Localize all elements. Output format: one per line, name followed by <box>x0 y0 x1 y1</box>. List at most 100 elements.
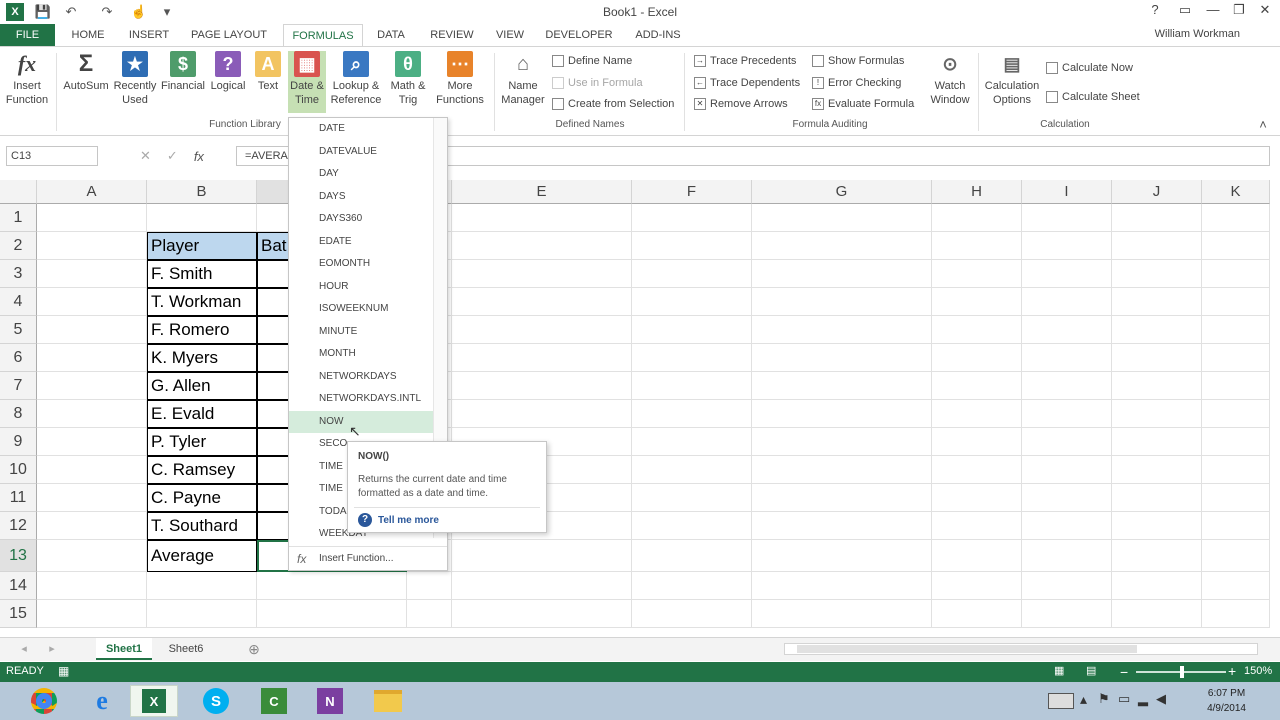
row-header-4[interactable]: 4 <box>0 288 37 316</box>
evaluate-formula-button[interactable]: fx Evaluate Formula <box>812 98 914 110</box>
close-button[interactable]: ✕ <box>1254 2 1276 22</box>
zoom-level[interactable]: 150% <box>1244 665 1272 677</box>
dropdown-item-date[interactable]: DATE <box>289 118 433 140</box>
cell-g1[interactable] <box>752 204 932 232</box>
column-header-g[interactable]: G <box>752 180 932 204</box>
column-header-e[interactable]: E <box>452 180 632 204</box>
cell-h1[interactable] <box>932 204 1022 232</box>
tab-page-layout[interactable]: PAGE LAYOUT <box>184 24 274 46</box>
prev-sheet-icon[interactable]: ◂ <box>14 638 34 660</box>
cell-k13[interactable] <box>1202 540 1270 572</box>
tab-data[interactable]: DATA <box>368 24 414 46</box>
cell-b13[interactable]: Average <box>147 540 257 572</box>
column-header-b[interactable]: B <box>147 180 257 204</box>
excel-taskbar-icon[interactable]: X <box>130 685 178 717</box>
calculation-options-button[interactable]: ▤ Calculation Options <box>982 51 1042 107</box>
cell-k9[interactable] <box>1202 428 1270 456</box>
tray-expand-icon[interactable]: ▴ <box>1080 691 1087 708</box>
system-clock[interactable]: 6:07 PM 4/9/2014 <box>1207 686 1246 716</box>
cell-k10[interactable] <box>1202 456 1270 484</box>
dropdown-item-now[interactable]: NOW <box>289 410 433 433</box>
cell-g8[interactable] <box>752 400 932 428</box>
cell-i8[interactable] <box>1022 400 1112 428</box>
cell-k5[interactable] <box>1202 316 1270 344</box>
cell-a2[interactable] <box>37 232 147 260</box>
scroll-thumb[interactable] <box>797 645 1137 653</box>
zoom-in-icon[interactable]: + <box>1228 663 1236 679</box>
cell-f11[interactable] <box>632 484 752 512</box>
math-trig-button[interactable]: θ Math & Trig <box>386 51 430 107</box>
trace-dependents-button[interactable]: ← Trace Dependents <box>694 77 800 89</box>
select-all-corner[interactable] <box>0 180 37 204</box>
more-functions-button[interactable]: ⋯ More Functions <box>432 51 488 107</box>
name-box[interactable]: C13 <box>6 146 98 166</box>
zoom-slider-thumb[interactable] <box>1180 666 1184 678</box>
cell-k12[interactable] <box>1202 512 1270 540</box>
cell-g4[interactable] <box>752 288 932 316</box>
cell-f14[interactable] <box>632 572 752 600</box>
normal-view-icon[interactable]: ▦ <box>1054 664 1064 677</box>
dropdown-item-days[interactable]: DAYS <box>289 186 433 208</box>
row-header-6[interactable]: 6 <box>0 344 37 372</box>
cell-g13[interactable] <box>752 540 932 572</box>
internet-explorer-icon[interactable]: e <box>78 685 126 717</box>
cell-j7[interactable] <box>1112 372 1202 400</box>
row-header-13[interactable]: 13 <box>0 540 37 572</box>
cell-i10[interactable] <box>1022 456 1112 484</box>
cell-g14[interactable] <box>752 572 932 600</box>
cell-k1[interactable] <box>1202 204 1270 232</box>
column-header-k[interactable]: K <box>1202 180 1270 204</box>
tab-file[interactable]: FILE <box>0 24 55 46</box>
tab-view[interactable]: VIEW <box>488 24 532 46</box>
cell-j6[interactable] <box>1112 344 1202 372</box>
cell-b12[interactable]: T. Southard <box>147 512 257 540</box>
row-header-15[interactable]: 15 <box>0 600 37 628</box>
cell-j1[interactable] <box>1112 204 1202 232</box>
cell-e6[interactable] <box>452 344 632 372</box>
row-header-10[interactable]: 10 <box>0 456 37 484</box>
cell-k15[interactable] <box>1202 600 1270 628</box>
tell-me-more-link[interactable]: ? Tell me more <box>358 513 439 527</box>
cell-h14[interactable] <box>932 572 1022 600</box>
cell-a14[interactable] <box>37 572 147 600</box>
dropdown-item-minute[interactable]: MINUTE <box>289 321 433 343</box>
cell-f9[interactable] <box>632 428 752 456</box>
cell-e13[interactable] <box>452 540 632 572</box>
cell-f10[interactable] <box>632 456 752 484</box>
macro-record-icon[interactable]: ▦ <box>58 664 69 678</box>
cell-j10[interactable] <box>1112 456 1202 484</box>
column-header-i[interactable]: I <box>1022 180 1112 204</box>
cell-g15[interactable] <box>752 600 932 628</box>
cell-j12[interactable] <box>1112 512 1202 540</box>
cell-a15[interactable] <box>37 600 147 628</box>
maximize-button[interactable]: ❐ <box>1228 2 1250 22</box>
row-header-14[interactable]: 14 <box>0 572 37 600</box>
cell-i11[interactable] <box>1022 484 1112 512</box>
cell-h3[interactable] <box>932 260 1022 288</box>
cell-a9[interactable] <box>37 428 147 456</box>
cell-i4[interactable] <box>1022 288 1112 316</box>
skype-icon[interactable]: S <box>192 685 240 717</box>
tab-review[interactable]: REVIEW <box>424 24 480 46</box>
cell-j2[interactable] <box>1112 232 1202 260</box>
recently-used-button[interactable]: ★ Recently Used <box>112 51 158 107</box>
cell-g6[interactable] <box>752 344 932 372</box>
sheet-tab-sheet6[interactable]: Sheet6 <box>160 638 212 660</box>
cell-f12[interactable] <box>632 512 752 540</box>
file-explorer-icon[interactable] <box>364 685 412 717</box>
column-header-f[interactable]: F <box>632 180 752 204</box>
cell-j8[interactable] <box>1112 400 1202 428</box>
cell-f5[interactable] <box>632 316 752 344</box>
cancel-icon[interactable]: ✕ <box>140 148 151 164</box>
cell-g5[interactable] <box>752 316 932 344</box>
cell-f6[interactable] <box>632 344 752 372</box>
define-name-button[interactable]: Define Name <box>552 55 632 67</box>
cell-c15[interactable] <box>257 600 407 628</box>
row-header-2[interactable]: 2 <box>0 232 37 260</box>
cell-f2[interactable] <box>632 232 752 260</box>
cell-f15[interactable] <box>632 600 752 628</box>
tab-developer[interactable]: DEVELOPER <box>542 24 616 46</box>
battery-icon[interactable]: ▭ <box>1118 691 1130 707</box>
cell-g7[interactable] <box>752 372 932 400</box>
cell-c14[interactable] <box>257 572 407 600</box>
